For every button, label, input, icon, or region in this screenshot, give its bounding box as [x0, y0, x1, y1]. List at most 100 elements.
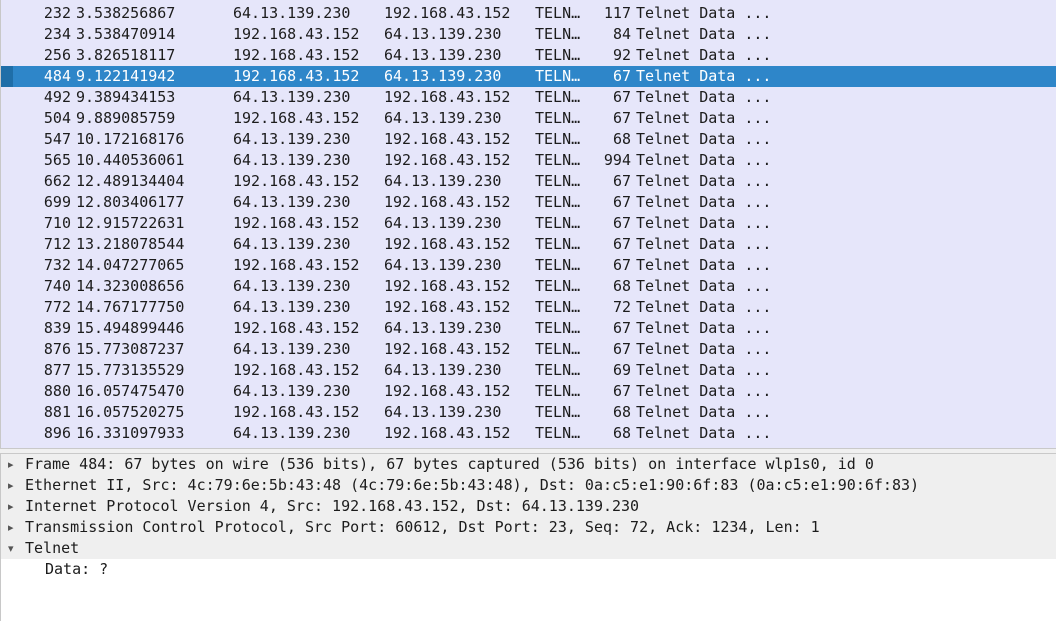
- packet-number: 565: [43, 151, 71, 169]
- packet-time: 15.773087237: [76, 340, 185, 358]
- packet-row[interactable]: 877 15.773135529 192.168.43.152 64.13.139.2…: [1, 360, 1056, 381]
- packet-number: 712: [43, 235, 71, 253]
- packet-number: 896: [43, 424, 71, 442]
- packet-list[interactable]: 232 3.538256867 64.13.139.230 192.168.43.15…: [0, 0, 1056, 448]
- detail-text: Internet Protocol Version 4, Src: 192.16…: [25, 497, 640, 515]
- packet-destination: 192.168.43.152: [384, 130, 511, 148]
- packet-row[interactable]: 881 16.057520275 192.168.43.152 64.13.139.2…: [1, 402, 1056, 423]
- packet-info: Telnet Data ...: [636, 130, 772, 148]
- packet-number: 484: [43, 67, 71, 85]
- packet-destination: 64.13.139.230: [384, 172, 502, 190]
- packet-length: 67: [612, 214, 631, 232]
- packet-source: 64.13.139.230: [233, 382, 351, 400]
- packet-row[interactable]: 547 10.172168176 64.13.139.230 192.168.43.1…: [1, 129, 1056, 150]
- packet-row[interactable]: 839 15.494899446 192.168.43.152 64.13.139.2…: [1, 318, 1056, 339]
- packet-length: 67: [612, 382, 631, 400]
- packet-source: 192.168.43.152: [233, 361, 360, 379]
- packet-source: 192.168.43.152: [233, 172, 360, 190]
- detail-field[interactable]: Data: ?: [1, 559, 1056, 580]
- packet-destination: 64.13.139.230: [384, 403, 502, 421]
- packet-time: 12.915722631: [76, 214, 185, 232]
- packet-row[interactable]: 712 13.218078544 64.13.139.230 192.168.43.1…: [1, 234, 1056, 255]
- packet-row[interactable]: 504 9.889085759 192.168.43.152 64.13.139.23…: [1, 108, 1056, 129]
- packet-source: 192.168.43.152: [233, 319, 360, 337]
- packet-info: Telnet Data ...: [636, 382, 772, 400]
- packet-row[interactable]: 232 3.538256867 64.13.139.230 192.168.43.15…: [1, 3, 1056, 24]
- packet-length: 68: [612, 424, 631, 442]
- packet-protocol: TELN…: [535, 25, 581, 43]
- packet-length: 67: [612, 172, 631, 190]
- packet-info: Telnet Data ...: [636, 151, 772, 169]
- chevron-down-icon[interactable]: ▾: [8, 538, 20, 559]
- packet-length: 68: [612, 277, 631, 295]
- packet-source: 192.168.43.152: [233, 25, 360, 43]
- packet-time: 16.057475470: [76, 382, 185, 400]
- packet-info: Telnet Data ...: [636, 109, 772, 127]
- detail-text: Data: ?: [45, 560, 109, 578]
- packet-number: 710: [43, 214, 71, 232]
- packet-destination: 64.13.139.230: [384, 67, 502, 85]
- packet-destination: 64.13.139.230: [384, 46, 502, 64]
- packet-row[interactable]: 699 12.803406177 64.13.139.230 192.168.43.1…: [1, 192, 1056, 213]
- chevron-right-icon[interactable]: ▸: [8, 517, 20, 538]
- packet-time: 10.440536061: [76, 151, 185, 169]
- packet-row[interactable]: 565 10.440536061 64.13.139.230 192.168.43.1…: [1, 150, 1056, 171]
- detail-tree-item[interactable]: ▸ Frame 484: 67 bytes on wire (536 bits),…: [1, 454, 1056, 475]
- packet-protocol: TELN…: [535, 340, 581, 358]
- packet-row[interactable]: 876 15.773087237 64.13.139.230 192.168.43.1…: [1, 339, 1056, 360]
- packet-row[interactable]: 896 16.331097933 64.13.139.230 192.168.43.1…: [1, 423, 1056, 444]
- packet-source: 192.168.43.152: [233, 67, 360, 85]
- chevron-right-icon[interactable]: ▸: [8, 475, 20, 496]
- packet-time: 9.122141942: [76, 67, 176, 85]
- detail-text: Telnet: [25, 539, 80, 557]
- packet-number: 232: [43, 4, 71, 22]
- packet-source: 64.13.139.230: [233, 151, 351, 169]
- packet-destination: 64.13.139.230: [384, 319, 502, 337]
- packet-length: 67: [612, 319, 631, 337]
- packet-protocol: TELN…: [535, 403, 581, 421]
- detail-tree-item[interactable]: ▸ Transmission Control Protocol, Src Port…: [1, 517, 1056, 538]
- packet-protocol: TELN…: [535, 298, 581, 316]
- packet-length: 72: [612, 298, 631, 316]
- chevron-right-icon[interactable]: ▸: [8, 496, 20, 517]
- packet-row[interactable]: 662 12.489134404 192.168.43.152 64.13.139.2…: [1, 171, 1056, 192]
- packet-length: 92: [612, 46, 631, 64]
- packet-time: 14.323008656: [76, 277, 185, 295]
- packet-info: Telnet Data ...: [636, 298, 772, 316]
- packet-row[interactable]: 492 9.389434153 64.13.139.230 192.168.43.15…: [1, 87, 1056, 108]
- packet-row[interactable]: 256 3.826518117 192.168.43.152 64.13.139.23…: [1, 45, 1056, 66]
- packet-length: 117: [603, 4, 631, 22]
- packet-number: 504: [43, 109, 71, 127]
- packet-source: 64.13.139.230: [233, 424, 351, 442]
- packet-row[interactable]: 880 16.057475470 64.13.139.230 192.168.43.1…: [1, 381, 1056, 402]
- packet-time: 3.826518117: [76, 46, 176, 64]
- packet-row[interactable]: 732 14.047277065 192.168.43.152 64.13.139.2…: [1, 255, 1056, 276]
- packet-length: 67: [612, 193, 631, 211]
- packet-row-selected[interactable]: 484 9.122141942 192.168.43.152 64.13.139.23…: [1, 66, 1056, 87]
- chevron-right-icon[interactable]: ▸: [8, 454, 20, 475]
- packet-destination: 64.13.139.230: [384, 214, 502, 232]
- packet-source: 64.13.139.230: [233, 277, 351, 295]
- packet-info: Telnet Data ...: [636, 235, 772, 253]
- packet-protocol: TELN…: [535, 4, 581, 22]
- packet-length: 69: [612, 361, 631, 379]
- packet-info: Telnet Data ...: [636, 193, 772, 211]
- detail-tree-item[interactable]: ▸ Internet Protocol Version 4, Src: 192.1…: [1, 496, 1056, 517]
- packet-info: Telnet Data ...: [636, 256, 772, 274]
- packet-destination: 64.13.139.230: [384, 256, 502, 274]
- packet-source: 64.13.139.230: [233, 130, 351, 148]
- packet-details-tree[interactable]: ▸ Frame 484: 67 bytes on wire (536 bits),…: [0, 454, 1056, 621]
- packet-time: 16.057520275: [76, 403, 185, 421]
- detail-tree-item[interactable]: ▾ Telnet: [1, 538, 1056, 559]
- packet-source: 192.168.43.152: [233, 214, 360, 232]
- packet-row[interactable]: 710 12.915722631 192.168.43.152 64.13.139.2…: [1, 213, 1056, 234]
- packet-row[interactable]: 772 14.767177750 64.13.139.230 192.168.43.1…: [1, 297, 1056, 318]
- packet-number: 492: [43, 88, 71, 106]
- packet-destination: 192.168.43.152: [384, 4, 511, 22]
- packet-protocol: TELN…: [535, 46, 581, 64]
- packet-row[interactable]: 234 3.538470914 192.168.43.152 64.13.139.23…: [1, 24, 1056, 45]
- detail-tree-item[interactable]: ▸ Ethernet II, Src: 4c:79:6e:5b:43:48 (4c…: [1, 475, 1056, 496]
- packet-time: 12.803406177: [76, 193, 185, 211]
- packet-destination: 192.168.43.152: [384, 235, 511, 253]
- packet-row[interactable]: 740 14.323008656 64.13.139.230 192.168.43.1…: [1, 276, 1056, 297]
